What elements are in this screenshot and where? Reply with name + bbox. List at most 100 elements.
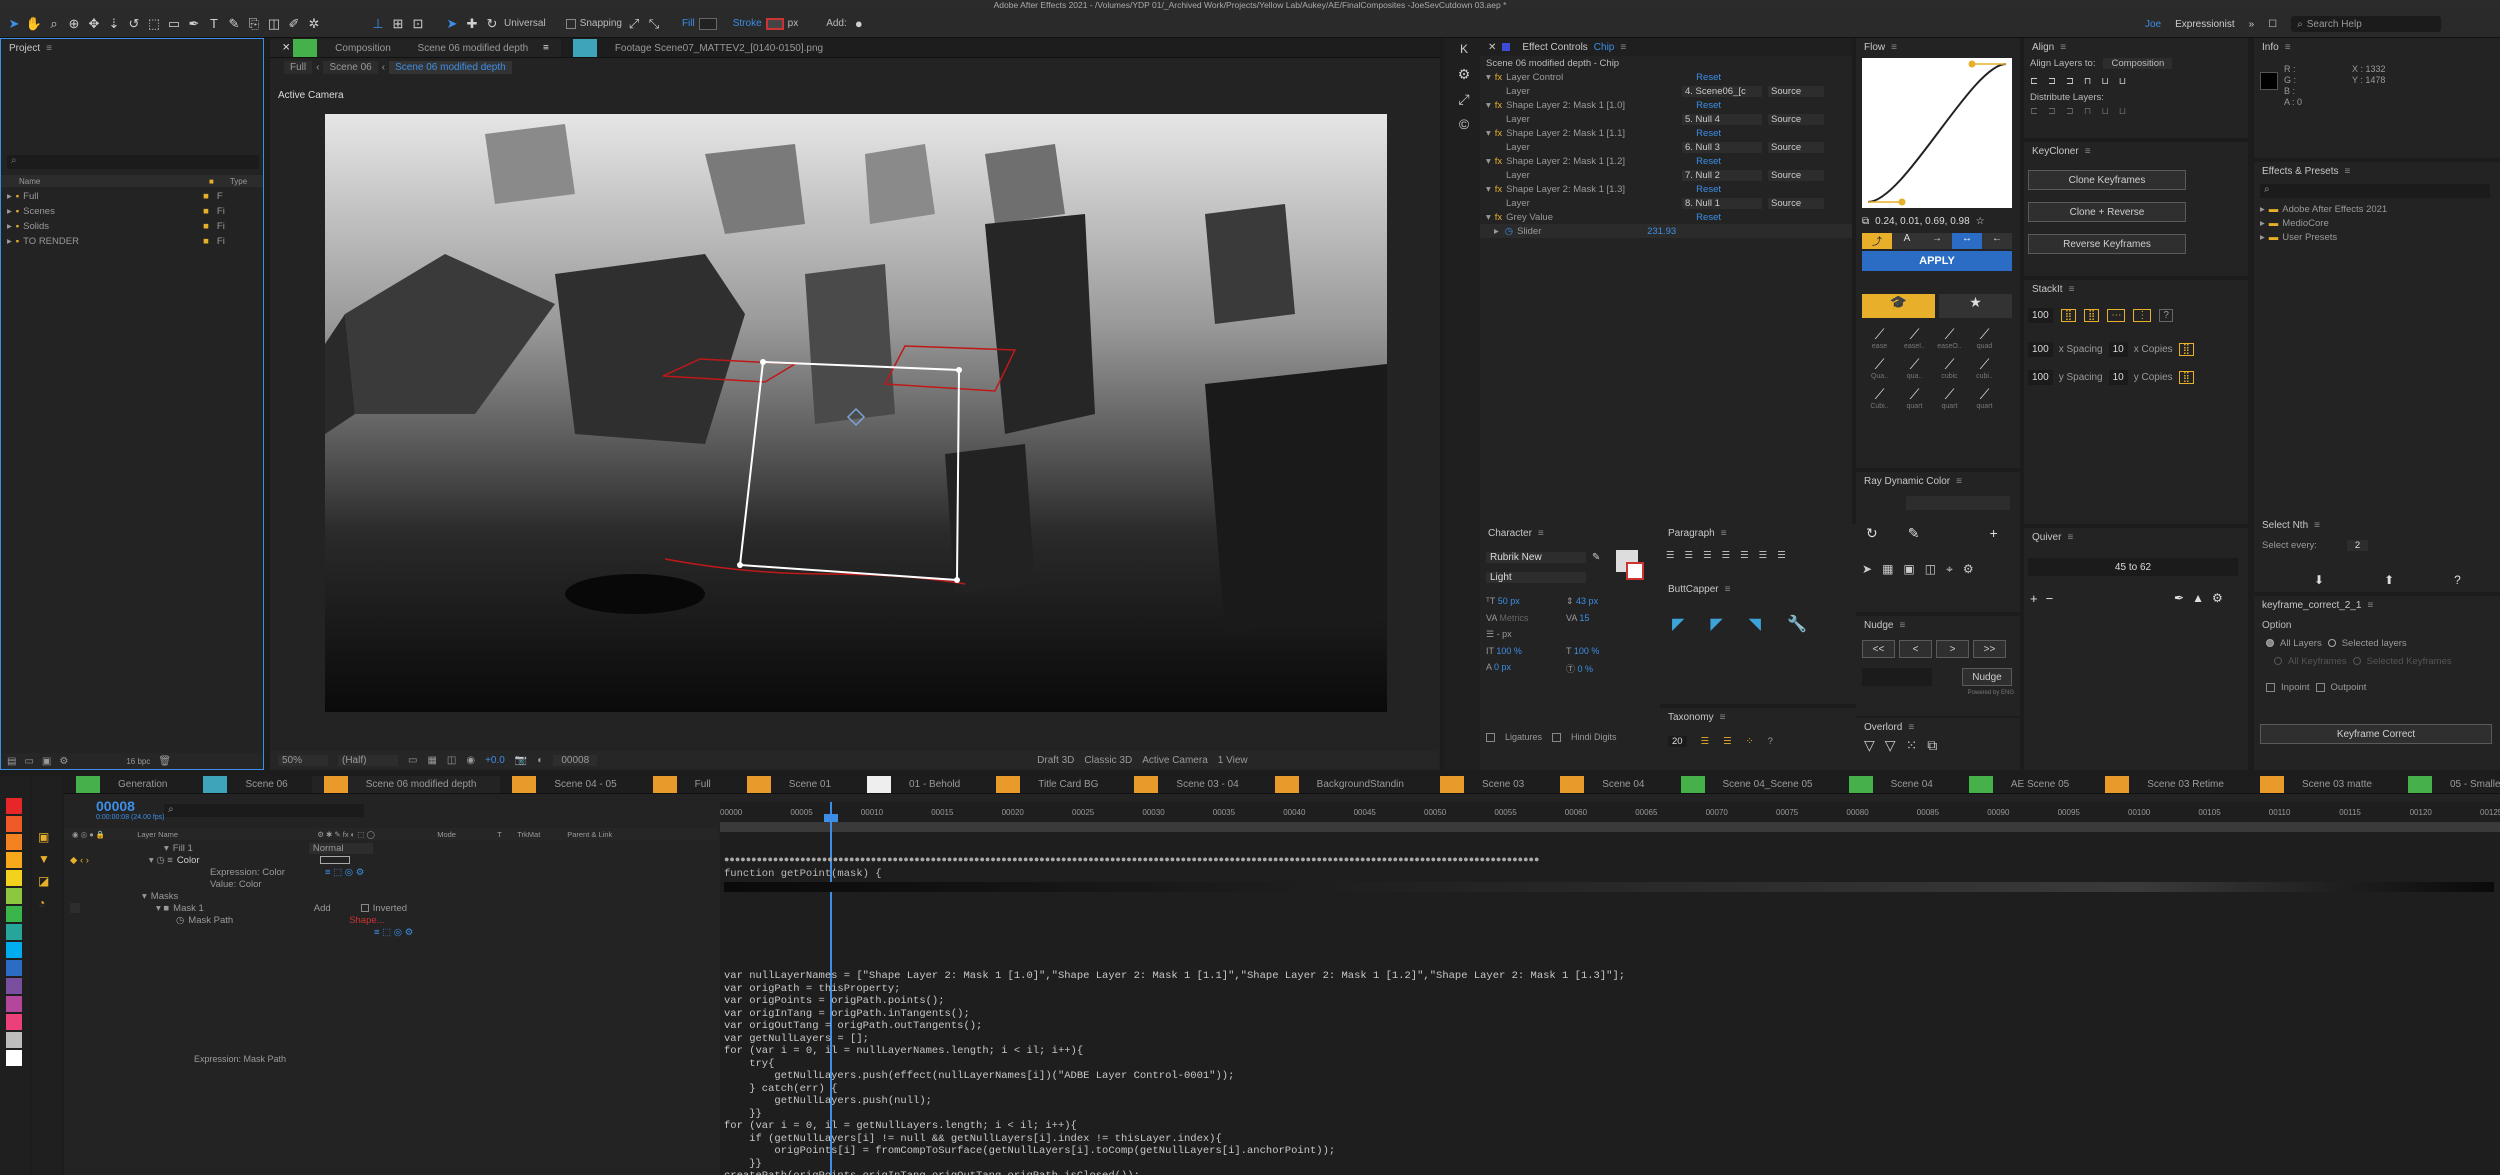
selected-layers-radio[interactable] <box>2327 639 2336 647</box>
timeline-tab[interactable]: Scene 04_Scene 05 <box>1669 776 1837 793</box>
fill-label[interactable]: Fill <box>682 18 695 29</box>
effect-layer-dropdown[interactable]: 8. Null 1 <box>1682 197 1762 209</box>
ray-layers-icon[interactable]: ◫ <box>1925 562 1936 576</box>
palette-color-swatch[interactable] <box>6 798 22 814</box>
palette-tool1-icon[interactable]: ▣ <box>38 830 56 844</box>
col-mode[interactable]: Mode <box>437 830 497 839</box>
flow-preset[interactable]: ⟋ easeI.. <box>1897 326 1932 350</box>
palette-color-swatch[interactable] <box>6 978 22 994</box>
settings-gear-icon[interactable]: ⚙ <box>1444 66 1484 83</box>
roto-brush-tool-icon[interactable]: ✐ <box>286 16 302 32</box>
flow-preset[interactable]: ⟋ quart <box>1897 386 1932 410</box>
fill-mode-dropdown[interactable]: Normal <box>308 842 374 854</box>
pen-tool-icon[interactable]: ✒ <box>186 16 202 32</box>
timeline-tab[interactable]: Scene 04 <box>1837 776 1957 793</box>
font-size-value[interactable]: 50 px <box>1498 596 1520 606</box>
timeline-tab[interactable]: BackgroundStandin <box>1263 776 1428 793</box>
effect-reset[interactable]: Reset <box>1696 100 1721 111</box>
playhead-handle[interactable] <box>824 814 838 822</box>
nudge-right-button[interactable]: > <box>1936 640 1969 658</box>
channel-icon[interactable]: ◉ <box>466 755 475 766</box>
slider-value[interactable]: 231.93 <box>1647 226 1676 237</box>
tsume-value[interactable]: 0 % <box>1578 664 1594 674</box>
effect-layer-dropdown[interactable]: 5. Null 4 <box>1682 113 1762 125</box>
clone-reverse-button[interactable]: Clone + Reverse <box>2028 202 2186 222</box>
justify-all-icon[interactable]: ☰ <box>1777 550 1786 561</box>
select-every-dropdown[interactable]: 2 <box>2346 539 2369 551</box>
font-style-dropdown[interactable]: Light <box>1486 572 1586 583</box>
align-top-icon[interactable]: ⊓ <box>2084 76 2091 87</box>
timeline-tab[interactable]: 01 - Behold <box>855 776 984 793</box>
palette-color-swatch[interactable] <box>6 816 22 832</box>
align-center-text-icon[interactable]: ☰ <box>1685 550 1694 561</box>
composition-viewport[interactable] <box>325 114 1387 712</box>
preset-folder[interactable]: ▸ ▬ Adobe After Effects 2021 <box>2260 202 2387 216</box>
flow-out-icon[interactable]: ← <box>1982 233 2012 249</box>
outpoint-checkbox[interactable] <box>2315 682 2325 692</box>
horizontal-scale-value[interactable]: 100 % <box>1574 646 1600 656</box>
hindi-digits-checkbox[interactable] <box>1552 732 1562 742</box>
breadcrumb-scene06[interactable]: Scene 06 <box>323 60 378 74</box>
baseline-shift-value[interactable]: 0 px <box>1494 662 1511 672</box>
effect-layer-dropdown[interactable]: 7. Null 2 <box>1682 169 1762 181</box>
palette-color-swatch[interactable] <box>6 1014 22 1030</box>
palette-color-swatch[interactable] <box>6 960 22 976</box>
workspace-overflow-icon[interactable]: » <box>2249 19 2255 30</box>
flow-preset[interactable]: ⟋ easeO.. <box>1932 326 1967 350</box>
effect-source-dropdown[interactable]: Source <box>1768 169 1824 181</box>
col-trkmat[interactable]: TrkMat <box>517 830 567 839</box>
flow-preset[interactable]: ⟋ quad <box>1967 326 2002 350</box>
all-keyframes-radio[interactable] <box>2274 657 2282 665</box>
flow-preset[interactable]: ⟋ ease <box>1862 326 1897 350</box>
stack-apply-y-icon[interactable]: ⣿ <box>2178 371 2194 384</box>
inpoint-checkbox[interactable] <box>2266 682 2275 692</box>
align-vcenter-icon[interactable]: ⊔ <box>2101 76 2108 87</box>
stack-col-icon[interactable]: ⋮ <box>2133 309 2152 322</box>
timeline-tab[interactable]: Title Card BG <box>984 776 1122 793</box>
reverse-keyframes-button[interactable]: Reverse Keyframes <box>2028 234 2186 254</box>
ray-add-icon[interactable]: + <box>1989 525 1997 541</box>
timeline-tab[interactable]: AE Scene 05 <box>1957 776 2093 793</box>
effect-source-dropdown[interactable]: Source <box>1768 141 1824 153</box>
timeline-tab[interactable]: Scene 03 <box>1428 776 1548 793</box>
selected-keyframes-radio[interactable] <box>2352 657 2361 665</box>
mask-shape-link[interactable]: Shape... <box>349 915 384 926</box>
palette-color-swatch[interactable] <box>6 1032 22 1048</box>
color-swatch[interactable] <box>319 856 350 864</box>
tab-composition[interactable]: ✕ Composition Scene 06 modified depth ≡ <box>270 39 561 57</box>
palette-color-swatch[interactable] <box>6 924 22 940</box>
flow-apply-button[interactable]: APPLY <box>1862 251 2012 271</box>
align-left-text-icon[interactable]: ☰ <box>1666 550 1675 561</box>
timeline-search-input[interactable]: ⌕ <box>164 804 364 817</box>
zoom-tool-icon[interactable]: ⌕ <box>46 16 62 32</box>
stackit-count-input[interactable]: 100 <box>2028 308 2053 323</box>
nudge-button[interactable]: Nudge <box>1962 668 2012 686</box>
snap-option-icon[interactable]: ⤢ <box>626 16 642 32</box>
timeline-tab[interactable]: Scene 03 Retime <box>2093 776 2248 793</box>
palette-tool2-icon[interactable]: ▼ <box>38 852 56 866</box>
timeline-tab[interactable]: Scene 06 modified depth <box>311 776 501 793</box>
stroke-color-swatch[interactable] <box>1626 562 1644 580</box>
puppet-tool-icon[interactable]: ✲ <box>306 16 322 32</box>
view-axis-icon[interactable]: ⊡ <box>410 16 426 32</box>
timeline-tab[interactable]: Scene 04 - 05 <box>500 776 640 793</box>
flow-values[interactable]: 0.24, 0.01, 0.69, 0.98 <box>1875 216 1970 227</box>
mask-visibility-icon[interactable]: ◫ <box>447 755 456 766</box>
interpret-footage-icon[interactable]: ▤ <box>7 756 16 767</box>
palette-tool3-icon[interactable]: ◪ <box>38 874 56 888</box>
ray-palette-dropdown[interactable] <box>1906 496 2010 510</box>
mask-mode-dropdown[interactable]: Add <box>314 903 331 914</box>
palette-color-swatch[interactable] <box>6 852 22 868</box>
align-to-dropdown[interactable]: Composition <box>2103 57 2173 69</box>
effect-source-dropdown[interactable]: Source <box>1768 197 1824 209</box>
ligatures-checkbox[interactable] <box>1486 732 1495 742</box>
select-help-icon[interactable]: ? <box>2454 573 2461 587</box>
project-settings-icon[interactable]: ⚙ <box>59 756 68 767</box>
resolution-dropdown[interactable]: (Half) <box>338 754 398 766</box>
palette-color-swatch[interactable] <box>6 1050 22 1066</box>
effect-reset[interactable]: Reset <box>1696 72 1721 83</box>
flow-text-icon[interactable]: A <box>1892 233 1922 249</box>
breadcrumb-full[interactable]: Full <box>284 60 313 74</box>
square-cap-icon[interactable]: ◥ <box>1749 614 1761 634</box>
flow-preset[interactable]: ⟋ qua.. <box>1897 356 1932 380</box>
